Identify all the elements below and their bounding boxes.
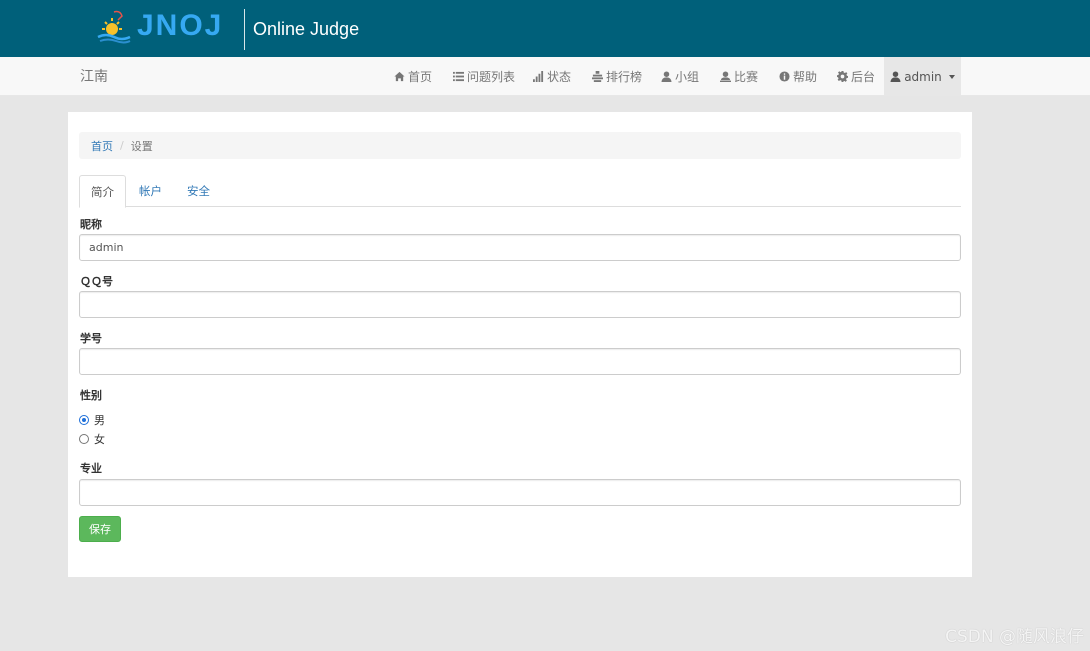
tab-security[interactable]: 安全: [175, 175, 222, 207]
breadcrumb-separator: /: [120, 139, 124, 152]
nav-item-status[interactable]: 状态: [533, 57, 571, 96]
nav-label: 状态: [547, 70, 572, 84]
save-button[interactable]: 保存: [79, 516, 121, 542]
settings-tabs: 简介 帐户 安全: [79, 175, 961, 208]
site-banner: JNOJ Online Judge: [0, 0, 1090, 57]
nav-label: 排行榜: [606, 70, 643, 84]
nav-item-help[interactable]: 帮助: [779, 57, 817, 96]
gender-male-radio[interactable]: [79, 415, 89, 425]
signal-icon: [533, 71, 544, 82]
gender-female-radio[interactable]: [79, 434, 89, 444]
list-icon: [453, 71, 464, 82]
gender-option-male[interactable]: 男: [79, 412, 105, 428]
gender-male-label: 男: [94, 414, 105, 427]
breadcrumb-current: 设置: [130, 139, 153, 153]
major-label: 专业: [80, 462, 102, 475]
csdn-watermark: CSDN @随风浪仔: [945, 627, 1084, 647]
breadcrumb-home-link[interactable]: 首页: [91, 138, 113, 154]
trophy-icon: [720, 71, 731, 82]
settings-panel: 首页 / 设置 简介 帐户 安全 昵称 ＱＱ号 学号 性别 男 女 专业 保存: [68, 112, 972, 577]
gender-label: 性别: [80, 389, 102, 402]
nav-item-contests[interactable]: 比赛: [720, 57, 758, 96]
user-menu-label: admin: [904, 69, 942, 84]
info-icon: [779, 71, 790, 82]
site-logo-text[interactable]: JNOJ: [137, 8, 223, 44]
qq-label: ＱＱ号: [80, 275, 113, 288]
breadcrumb: 首页 / 设置: [79, 132, 961, 159]
nickname-label: 昵称: [80, 218, 102, 231]
major-input[interactable]: [79, 479, 961, 506]
main-navbar: 江南 首页 问题列表 状态 排行榜 小组 比赛 帮助 后台 admin: [0, 57, 1090, 96]
nav-item-ranklist[interactable]: 排行榜: [592, 57, 642, 96]
nav-item-home[interactable]: 首页: [394, 57, 432, 96]
user-icon: [890, 71, 901, 82]
banner-divider: [244, 9, 245, 50]
nav-item-problems[interactable]: 问题列表: [453, 57, 515, 96]
podium-icon: [592, 71, 603, 82]
user-icon: [661, 71, 672, 82]
nav-label: 问题列表: [467, 70, 516, 84]
tab-account[interactable]: 帐户: [127, 175, 174, 207]
navbar-brand[interactable]: 江南: [80, 68, 108, 86]
nav-label: 帮助: [793, 70, 818, 84]
gear-icon: [837, 71, 848, 82]
nickname-input[interactable]: [79, 234, 961, 261]
nav-label: 比赛: [734, 70, 759, 84]
student-id-label: 学号: [80, 332, 102, 345]
nav-item-groups[interactable]: 小组: [661, 57, 699, 96]
tab-profile[interactable]: 简介: [79, 175, 126, 208]
nav-label: 后台: [851, 70, 876, 84]
nav-label: 小组: [675, 70, 700, 84]
banner-title: Online Judge: [253, 19, 360, 39]
nav-label: 首页: [408, 70, 433, 84]
gender-female-label: 女: [94, 433, 105, 446]
home-icon: [394, 71, 405, 82]
user-menu-dropdown[interactable]: admin: [884, 57, 961, 96]
nav-item-admin[interactable]: 后台: [837, 57, 875, 96]
student-id-input[interactable]: [79, 348, 961, 375]
sun-logo-icon[interactable]: [96, 8, 132, 44]
qq-input[interactable]: [79, 291, 961, 318]
caret-down-icon: [948, 74, 955, 79]
gender-option-female[interactable]: 女: [79, 431, 105, 447]
